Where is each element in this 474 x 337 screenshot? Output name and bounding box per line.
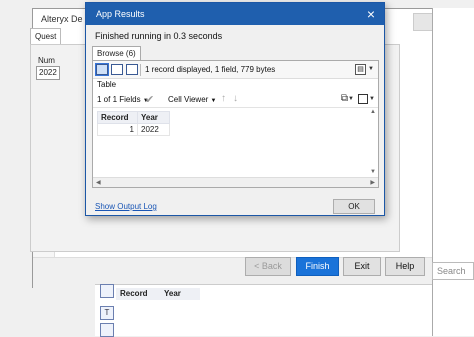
finish-button[interactable]: Finish: [296, 257, 339, 276]
ok-button[interactable]: OK: [333, 199, 375, 214]
record-cell[interactable]: 1: [97, 123, 138, 136]
arrow-up-icon[interactable]: ↑: [221, 93, 226, 104]
window-options-icon[interactable]: ▤: [355, 64, 366, 75]
fields-dropdown[interactable]: 1 of 1 Fields ▼: [97, 95, 149, 104]
search-input[interactable]: Search: [432, 262, 474, 280]
question-tab[interactable]: Quest: [30, 28, 62, 44]
cell-viewer-dropdown[interactable]: Cell Viewer ▼: [168, 95, 217, 104]
right-panel: [432, 8, 474, 336]
close-icon[interactable]: ×: [362, 5, 380, 23]
exit-button[interactable]: Exit: [343, 257, 381, 276]
num-input[interactable]: 2022: [36, 66, 60, 80]
horizontal-scrollbar[interactable]: ◀ ▶: [93, 177, 378, 187]
dialog-title: App Results: [86, 3, 384, 25]
chevron-down-icon[interactable]: ▼: [368, 66, 374, 72]
table-header-row: Record Year: [97, 111, 170, 124]
scroll-up-icon[interactable]: ▲: [370, 109, 376, 115]
chevron-down-icon: ▼: [210, 98, 217, 104]
record-info: 1 record displayed, 1 field, 779 bytes: [145, 65, 276, 74]
column-header-record: Record: [116, 288, 160, 300]
table-row[interactable]: 1 2022: [97, 123, 170, 136]
results-table: Record Year 1 2022: [97, 111, 170, 136]
save-icon[interactable]: [358, 94, 368, 104]
text-icon[interactable]: T: [100, 306, 114, 320]
scroll-right-icon[interactable]: ▶: [370, 179, 375, 186]
chevron-down-icon[interactable]: ▼: [348, 96, 354, 102]
fields-dropdown-label: 1 of 1 Fields: [97, 95, 141, 104]
num-label: Num: [38, 56, 55, 65]
view-toolbar: 1 record displayed, 1 field, 779 bytes ▤…: [93, 61, 378, 79]
split-vertical-icon[interactable]: [111, 64, 123, 75]
app-results-dialog: App Results × Finished running in 0.3 se…: [85, 2, 385, 216]
browse-tab[interactable]: Browse (6): [92, 46, 141, 61]
column-header-record[interactable]: Record: [97, 111, 138, 124]
table-toolbar: 1 of 1 Fields ▼ ✔ Cell Viewer ▼ ↑ ↓ ⧉ ▼ …: [93, 91, 378, 108]
copy-icon[interactable]: ⧉: [341, 93, 348, 104]
back-button[interactable]: < Back: [245, 257, 291, 276]
run-status: Finished running in 0.3 seconds: [95, 31, 223, 41]
help-button[interactable]: Help: [385, 257, 425, 276]
chevron-down-icon[interactable]: ▼: [369, 96, 375, 102]
show-output-log-link[interactable]: Show Output Log: [95, 202, 157, 211]
grid-icon[interactable]: [100, 323, 114, 337]
table-tab[interactable]: Table: [97, 80, 116, 89]
arrow-down-icon[interactable]: ↓: [233, 93, 238, 104]
browse-icon[interactable]: [100, 284, 114, 298]
column-header-year[interactable]: Year: [137, 111, 170, 124]
scroll-left-icon[interactable]: ◀: [96, 179, 101, 186]
split-horizontal-icon[interactable]: [126, 64, 138, 75]
toolbar-divider: [140, 64, 141, 76]
single-view-icon[interactable]: [95, 63, 109, 76]
year-cell[interactable]: 2022: [137, 123, 170, 136]
column-header-year: Year: [160, 288, 200, 300]
check-icon[interactable]: ✔: [145, 93, 154, 106]
scroll-down-icon[interactable]: ▼: [370, 169, 376, 175]
cell-viewer-label: Cell Viewer: [168, 95, 209, 104]
browse-panel: 1 record displayed, 1 field, 779 bytes ▤…: [92, 60, 379, 188]
